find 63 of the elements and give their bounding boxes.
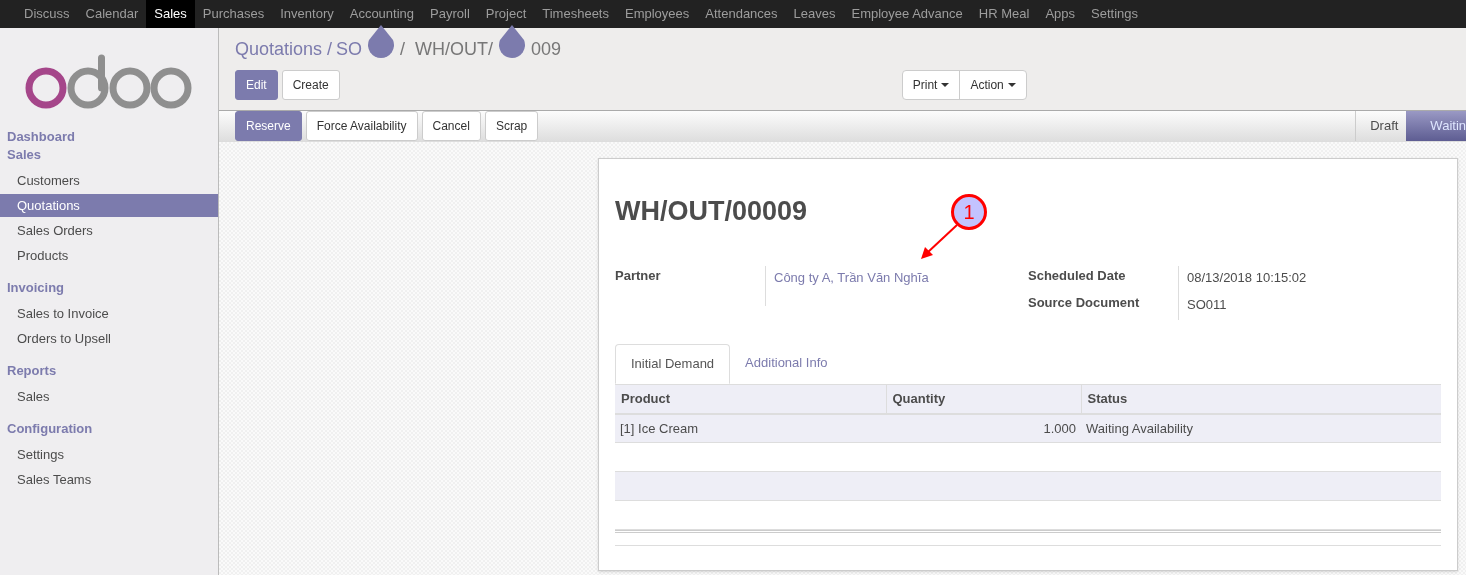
- menu-section-title[interactable]: Configuration: [0, 420, 218, 438]
- drop-marker-icon: [497, 24, 528, 60]
- tab[interactable]: Additional Info: [730, 343, 843, 384]
- field-label: Source Document: [1028, 293, 1141, 312]
- menu-link[interactable]: Employees: [617, 0, 698, 28]
- menu-link[interactable]: Leaves: [785, 0, 844, 28]
- menu-link[interactable]: Discuss: [16, 0, 78, 28]
- table-cell: 1.000: [886, 413, 1081, 443]
- toolbar-button[interactable]: Create: [281, 70, 340, 100]
- status-button[interactable]: Scrap: [484, 111, 539, 141]
- toolbar-button[interactable]: Edit: [235, 70, 278, 100]
- menu-link[interactable]: Project: [477, 0, 535, 28]
- menu-link[interactable]: Attendances: [697, 0, 786, 28]
- menu-item[interactable]: Sales Orders: [0, 219, 218, 242]
- tab[interactable]: Initial Demand: [615, 343, 731, 384]
- column-header[interactable]: Status: [1081, 384, 1441, 414]
- field-value: SO011: [1187, 295, 1227, 314]
- menu-link[interactable]: Employee Advance: [843, 0, 971, 28]
- dropdown-button[interactable]: Print: [902, 71, 960, 99]
- menu-link[interactable]: Payroll: [422, 0, 478, 28]
- column-header[interactable]: Product: [615, 384, 886, 414]
- status-button[interactable]: Force Availability: [305, 111, 418, 141]
- menu-link[interactable]: HR Meal: [970, 0, 1038, 28]
- field-label: Scheduled Date: [1028, 266, 1127, 285]
- menu-item[interactable]: Settings: [0, 443, 218, 466]
- stage-button[interactable]: Waitin: [1406, 111, 1466, 141]
- menu-link[interactable]: Purchases: [194, 0, 273, 28]
- menu-link[interactable]: Settings: [1083, 0, 1146, 28]
- field-label: Partner: [615, 266, 662, 285]
- menu-item[interactable]: Orders to Upsell: [0, 327, 218, 350]
- breadcrumb-link[interactable]: SO: [336, 35, 363, 63]
- menu-item[interactable]: Products: [0, 244, 218, 267]
- partner-link[interactable]: Công ty A, Trần Văn Nghĩa: [774, 265, 929, 287]
- menu-item[interactable]: Quotations: [0, 194, 218, 217]
- menu-item[interactable]: Customers: [0, 169, 218, 192]
- column-header[interactable]: Quantity: [886, 384, 1081, 414]
- menu-section-title[interactable]: Sales: [0, 146, 218, 164]
- menu-section-title[interactable]: Reports: [0, 362, 218, 380]
- menu-section-title[interactable]: Dashboard: [0, 128, 218, 146]
- menu-section-title[interactable]: Invoicing: [0, 279, 218, 297]
- menu-link[interactable]: Apps: [1037, 0, 1083, 28]
- table-cell: [1] Ice Cream: [615, 413, 886, 443]
- status-button[interactable]: Cancel: [421, 111, 481, 141]
- field-value: 08/13/2018 10:15:02: [1187, 268, 1307, 287]
- menu-item[interactable]: Sales to Invoice: [0, 302, 218, 325]
- breadcrumb-link[interactable]: Quotations /: [235, 35, 333, 63]
- breadcrumb-text: 009: [531, 37, 562, 61]
- menu-link[interactable]: Timesheets: [534, 0, 617, 28]
- menu-link[interactable]: Sales: [146, 0, 195, 28]
- menu-link[interactable]: Inventory: [272, 0, 342, 28]
- dropdown-button[interactable]: Action: [959, 71, 1026, 99]
- record-title: WH/OUT/00009: [615, 195, 808, 228]
- caret-icon: [1007, 83, 1016, 87]
- table-cell: Waiting Availability: [1081, 413, 1441, 443]
- caret-icon: [941, 83, 950, 87]
- menu-link[interactable]: Calendar: [77, 0, 147, 28]
- menu-item[interactable]: Sales: [0, 385, 218, 408]
- status-button[interactable]: Reserve: [235, 111, 302, 141]
- drop-marker-icon: [366, 24, 397, 60]
- menu-link[interactable]: Accounting: [341, 0, 423, 28]
- annotation-badge: 1: [951, 194, 987, 230]
- breadcrumb-text: / WH/OUT/: [400, 37, 494, 61]
- menu-item[interactable]: Sales Teams: [0, 468, 218, 491]
